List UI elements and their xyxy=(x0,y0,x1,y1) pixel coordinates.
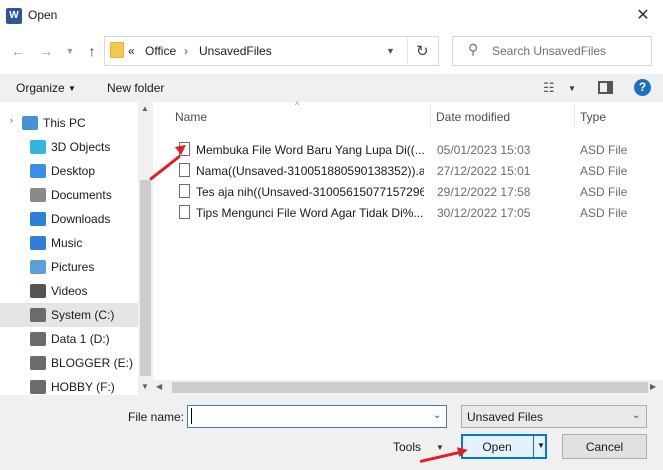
help-icon[interactable]: ? xyxy=(634,79,651,96)
document-icon xyxy=(30,188,46,202)
file-date-cell: 30/12/2022 17:05 xyxy=(437,206,531,220)
file-date-cell: 05/01/2023 15:03 xyxy=(437,143,531,157)
organize-button[interactable]: Organize xyxy=(16,81,65,95)
open-split-divider xyxy=(533,436,534,457)
search-icon: ⚲ xyxy=(468,41,479,57)
file-icon xyxy=(179,163,190,177)
sidebar-item-label: This PC xyxy=(43,116,86,130)
view-chevron-icon[interactable]: ▼ xyxy=(568,84,576,93)
tools-chevron-icon[interactable]: ▼ xyxy=(436,443,444,452)
scroll-right-icon[interactable]: ▶ xyxy=(650,382,656,391)
file-name-dropdown-icon[interactable]: ⌄ xyxy=(433,410,441,421)
sidebar-item-label: HOBBY (F:) xyxy=(51,380,115,394)
sidebar-item-label: Data 1 (D:) xyxy=(51,332,110,346)
file-icon xyxy=(179,184,190,198)
search-placeholder: Search UnsavedFiles xyxy=(492,44,607,58)
download-icon xyxy=(30,212,46,226)
video-icon xyxy=(30,284,46,298)
address-divider xyxy=(407,38,408,64)
sidebar-item-label: 3D Objects xyxy=(51,140,111,154)
file-type-chevron-icon[interactable]: ⌄ xyxy=(632,410,640,421)
drive-icon xyxy=(30,356,46,370)
sidebar-item-label: BLOGGER (E:) xyxy=(51,356,134,370)
column-divider[interactable] xyxy=(430,104,431,128)
tools-button[interactable]: Tools xyxy=(393,440,421,454)
breadcrumb-prefix[interactable]: « xyxy=(128,44,135,58)
expand-chevron-icon[interactable]: › xyxy=(10,115,13,125)
pictures-icon xyxy=(30,260,46,274)
address-dropdown-icon[interactable]: ▼ xyxy=(386,46,395,56)
folder-icon xyxy=(110,42,124,58)
column-name[interactable]: Name xyxy=(175,110,207,124)
desktop-icon xyxy=(30,164,46,178)
view-options-icon[interactable]: ☷ xyxy=(543,80,555,96)
chevron-down-icon[interactable]: ▼ xyxy=(60,41,80,61)
file-date-cell: 29/12/2022 17:58 xyxy=(437,185,531,199)
sidebar-item-label: Videos xyxy=(51,284,88,298)
text-caret xyxy=(191,408,192,424)
drive-icon xyxy=(30,308,46,322)
command-bar xyxy=(0,74,663,102)
column-date-modified[interactable]: Date modified xyxy=(436,110,510,124)
file-type-cell: ASD File xyxy=(580,206,628,220)
refresh-icon[interactable]: ↻ xyxy=(416,42,429,60)
cancel-button-label[interactable]: Cancel xyxy=(562,440,647,454)
drive-icon xyxy=(30,332,46,346)
file-type-cell: ASD File xyxy=(580,143,628,157)
scroll-down-icon[interactable]: ▼ xyxy=(141,382,149,391)
file-type-value: Unsaved Files xyxy=(467,410,544,424)
music-icon xyxy=(30,236,46,250)
column-divider[interactable] xyxy=(574,104,575,128)
open-options-chevron-icon[interactable]: ▼ xyxy=(537,441,545,450)
breadcrumb-office[interactable]: Office xyxy=(145,44,176,58)
scroll-up-icon[interactable]: ▲ xyxy=(141,104,149,113)
file-name-cell: Nama((Unsaved-310051880590138352)).a... xyxy=(196,164,424,178)
preview-pane-icon[interactable] xyxy=(598,81,613,94)
open-button-label[interactable]: Open xyxy=(463,440,531,454)
sort-up-icon: ^ xyxy=(295,100,300,110)
drive-icon xyxy=(30,380,46,394)
sidebar-item-label: Downloads xyxy=(51,212,111,226)
sidebar-item-label: Music xyxy=(51,236,83,250)
file-name-cell: Tes aja nih((Unsaved-310056150771572966.… xyxy=(196,185,424,199)
hscroll-thumb[interactable] xyxy=(172,382,648,393)
sidebar-item-label: Desktop xyxy=(51,164,96,178)
file-icon xyxy=(179,205,190,219)
sidebar-item-label: System (C:) xyxy=(51,308,115,322)
arrow-left-icon[interactable]: ← xyxy=(8,41,28,61)
sidebar-item-label: Documents xyxy=(51,188,112,202)
sidebar-item-label: Pictures xyxy=(51,260,95,274)
file-date-cell: 27/12/2022 15:01 xyxy=(437,164,531,178)
file-name-input[interactable] xyxy=(187,405,447,428)
column-type[interactable]: Type xyxy=(580,110,606,124)
scroll-left-icon[interactable]: ◀ xyxy=(156,382,162,391)
title-bar xyxy=(0,0,663,32)
window-title: Open xyxy=(28,8,58,22)
new-folder-button[interactable]: New folder xyxy=(107,81,164,95)
organize-chevron-icon[interactable]: ▼ xyxy=(68,84,76,93)
close-icon[interactable]: ✕ xyxy=(630,4,656,28)
file-name-label: File name: xyxy=(128,410,185,424)
file-type-cell: ASD File xyxy=(580,164,628,178)
arrow-right-icon[interactable]: → xyxy=(36,41,56,61)
arrow-up-icon[interactable]: ↑ xyxy=(82,41,102,61)
file-name-cell: Tips Mengunci File Word Agar Tidak Di%..… xyxy=(196,206,424,220)
breadcrumb-unsavedfiles[interactable]: UnsavedFiles xyxy=(199,44,272,58)
file-name-cell: Membuka File Word Baru Yang Lupa Di((... xyxy=(196,143,424,157)
breadcrumb-separator-icon: › xyxy=(184,44,188,58)
word-app-icon: W xyxy=(6,8,22,24)
computer-icon xyxy=(22,116,38,130)
sidebar-scroll-thumb[interactable] xyxy=(140,180,151,376)
file-type-cell: ASD File xyxy=(580,185,628,199)
cube-icon xyxy=(30,140,46,154)
